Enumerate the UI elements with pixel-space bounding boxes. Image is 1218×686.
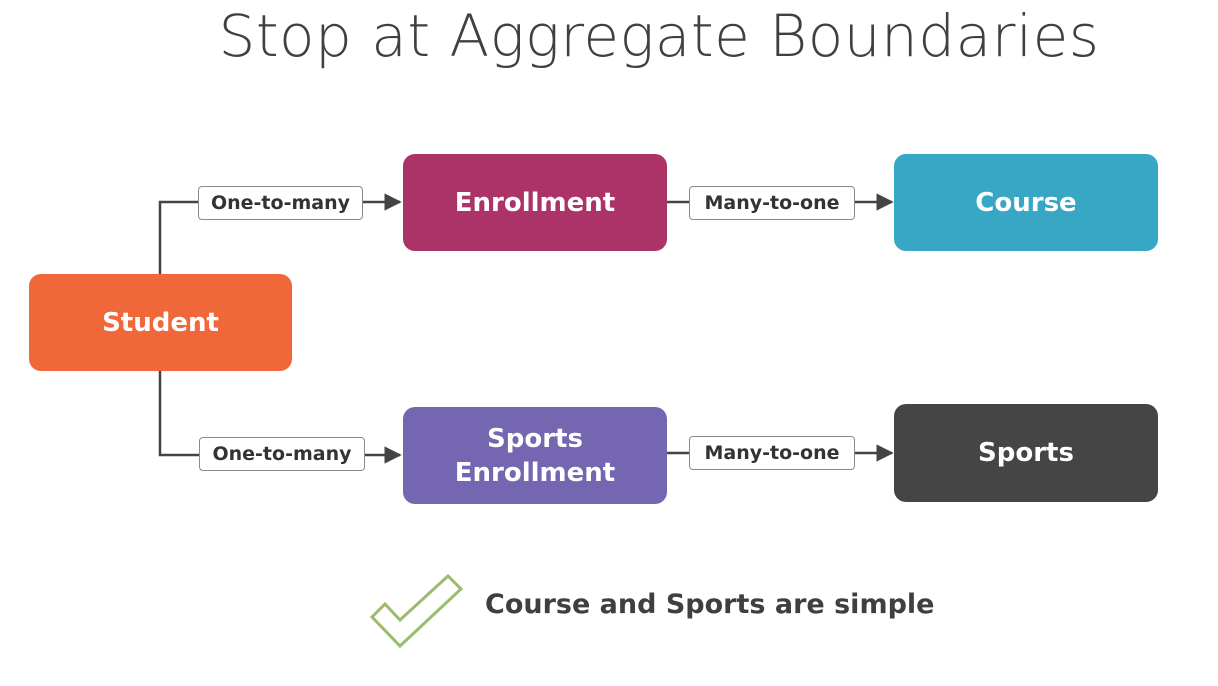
student-label: Student bbox=[102, 307, 219, 338]
relation-label-student-enrollment: One-to-many bbox=[198, 186, 363, 220]
relation-label-student-sports-enrollment: One-to-many bbox=[199, 437, 365, 471]
relation-label-sports-enrollment-sports: Many-to-one bbox=[689, 436, 855, 470]
footer-text: Course and Sports are simple bbox=[485, 589, 935, 620]
enrollment-label: Enrollment bbox=[454, 187, 616, 218]
footer-note bbox=[368, 572, 464, 650]
sports-label: Sports bbox=[978, 438, 1074, 468]
course-node: Course bbox=[894, 154, 1158, 251]
relation-label-enrollment-course: Many-to-one bbox=[689, 186, 855, 220]
sports-enrollment-label-line2: Enrollment bbox=[454, 457, 616, 488]
sports-node: Sports bbox=[894, 404, 1158, 502]
checkmark-icon bbox=[369, 573, 464, 649]
course-label: Course bbox=[975, 187, 1077, 218]
sports-enrollment-node: Sports Enrollment bbox=[403, 407, 667, 504]
sports-enrollment-label-line1: Sports bbox=[487, 423, 583, 454]
enrollment-node: Enrollment bbox=[403, 154, 667, 251]
student-node: Student bbox=[29, 274, 292, 371]
